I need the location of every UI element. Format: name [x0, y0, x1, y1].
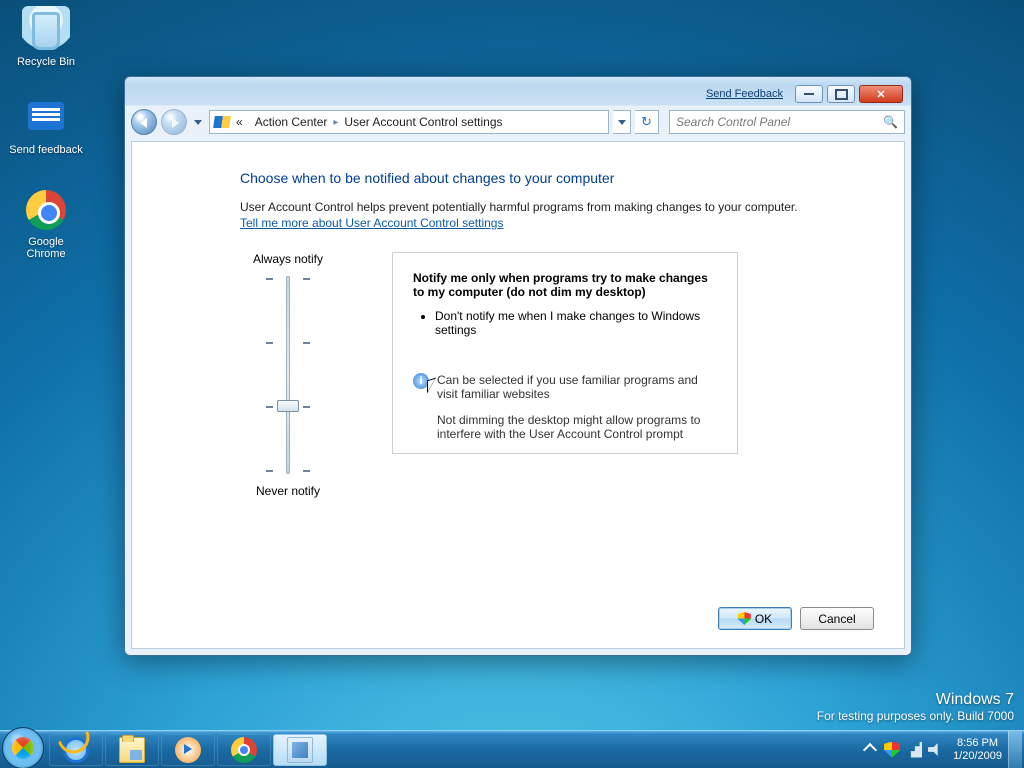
- taskbar: 8:56 PM 1/20/2009: [0, 730, 1024, 768]
- ok-label: OK: [755, 612, 772, 626]
- desktop-icon-recycle-bin[interactable]: Recycle Bin: [8, 6, 84, 68]
- warning-text: Not dimming the desktop might allow prog…: [413, 413, 717, 441]
- taskbar-clock[interactable]: 8:56 PM 1/20/2009: [947, 737, 1008, 763]
- slider-label-top: Always notify: [240, 252, 336, 266]
- desktop-icon-label: Send feedback: [9, 144, 82, 156]
- close-button[interactable]: [859, 85, 903, 103]
- taskbar-item-chrome[interactable]: [217, 734, 271, 766]
- cancel-label: Cancel: [818, 612, 855, 626]
- search-input[interactable]: Search Control Panel 🔍: [669, 110, 905, 134]
- taskbar-item-explorer[interactable]: [105, 734, 159, 766]
- maximize-button[interactable]: [827, 85, 855, 103]
- tray-overflow-icon[interactable]: [862, 742, 878, 758]
- titlebar[interactable]: Send Feedback: [131, 83, 905, 105]
- chrome-icon: [22, 186, 70, 234]
- breadcrumb-overflow[interactable]: «: [236, 115, 243, 129]
- cancel-button[interactable]: Cancel: [800, 607, 874, 630]
- volume-tray-icon[interactable]: [928, 742, 944, 758]
- chrome-icon: [231, 737, 257, 763]
- desktop: Recycle Bin Send feedback Google Chrome …: [0, 0, 1024, 768]
- breadcrumb-dropdown[interactable]: [613, 110, 631, 134]
- start-button[interactable]: [2, 727, 44, 768]
- desktop-icon-label: Google Chrome: [26, 236, 65, 260]
- uac-settings-window: Send Feedback « Action Center ▸ User Acc…: [124, 76, 912, 656]
- nav-toolbar: « Action Center ▸ User Account Control s…: [131, 107, 905, 137]
- clock-time: 8:56 PM: [953, 737, 1002, 750]
- forward-button[interactable]: [161, 109, 187, 135]
- level-bullet: Don't notify me when I make changes to W…: [435, 309, 717, 337]
- breadcrumb-bar[interactable]: « Action Center ▸ User Account Control s…: [209, 110, 609, 134]
- slider-tick: [266, 470, 310, 471]
- level-title: Notify me only when programs try to make…: [413, 271, 717, 299]
- recommendation-row: i Can be selected if you use familiar pr…: [413, 373, 717, 401]
- nav-history-dropdown[interactable]: [191, 110, 205, 134]
- system-tray: 8:56 PM 1/20/2009: [857, 731, 1024, 768]
- taskbar-item-ie[interactable]: [49, 734, 103, 766]
- slider-tick: [266, 342, 310, 343]
- desktop-icon-google-chrome[interactable]: Google Chrome: [8, 186, 84, 260]
- wmp-icon: [175, 737, 201, 763]
- slider-label-bottom: Never notify: [240, 484, 336, 498]
- taskbar-item-control-panel[interactable]: [273, 734, 327, 766]
- watermark-build: For testing purposes only. Build 7000: [817, 708, 1014, 724]
- action-center-tray-icon[interactable]: [884, 742, 900, 758]
- search-icon[interactable]: 🔍: [883, 115, 898, 129]
- feedback-icon: [22, 94, 70, 142]
- content-pane: Choose when to be notified about changes…: [131, 141, 905, 649]
- info-icon: i: [413, 373, 429, 389]
- ok-button[interactable]: OK: [718, 607, 792, 630]
- back-button[interactable]: [131, 109, 157, 135]
- show-desktop-button[interactable]: [1008, 731, 1022, 768]
- notification-level-area: Always notify Never notify Notify me onl…: [240, 252, 874, 508]
- minimize-button[interactable]: [795, 85, 823, 103]
- taskbar-item-wmp[interactable]: [161, 734, 215, 766]
- slider-thumb[interactable]: [277, 400, 299, 412]
- breadcrumb-seg[interactable]: Action Center: [255, 115, 328, 129]
- control-panel-icon: [287, 737, 313, 763]
- watermark: Windows 7 For testing purposes only. Bui…: [817, 692, 1014, 724]
- network-tray-icon[interactable]: [906, 742, 922, 758]
- chevron-right-icon: ▸: [333, 117, 338, 128]
- page-description: User Account Control helps prevent poten…: [240, 200, 874, 214]
- search-placeholder: Search Control Panel: [676, 115, 790, 129]
- refresh-button[interactable]: ↻: [635, 110, 659, 134]
- page-heading: Choose when to be notified about changes…: [240, 170, 874, 186]
- desktop-icon-label: Recycle Bin: [17, 56, 75, 68]
- ie-icon: [63, 737, 89, 763]
- slider-track: [286, 276, 290, 474]
- action-center-flag-icon: [213, 116, 231, 128]
- recycle-bin-icon: [22, 6, 70, 54]
- notification-slider[interactable]: [258, 276, 318, 474]
- uac-shield-icon: [738, 612, 751, 625]
- dialog-buttons: OK Cancel: [718, 607, 874, 630]
- breadcrumb-seg[interactable]: User Account Control settings: [344, 115, 502, 129]
- explorer-icon: [119, 737, 145, 763]
- watermark-title: Windows 7: [817, 692, 1014, 708]
- help-link[interactable]: Tell me more about User Account Control …: [240, 216, 874, 230]
- slider-tick: [266, 278, 310, 279]
- desktop-icon-send-feedback[interactable]: Send feedback: [8, 94, 84, 156]
- recommendation-text: Can be selected if you use familiar prog…: [437, 373, 717, 401]
- send-feedback-link[interactable]: Send Feedback: [706, 88, 783, 100]
- level-description-panel: Notify me only when programs try to make…: [392, 252, 738, 454]
- clock-date: 1/20/2009: [953, 750, 1002, 763]
